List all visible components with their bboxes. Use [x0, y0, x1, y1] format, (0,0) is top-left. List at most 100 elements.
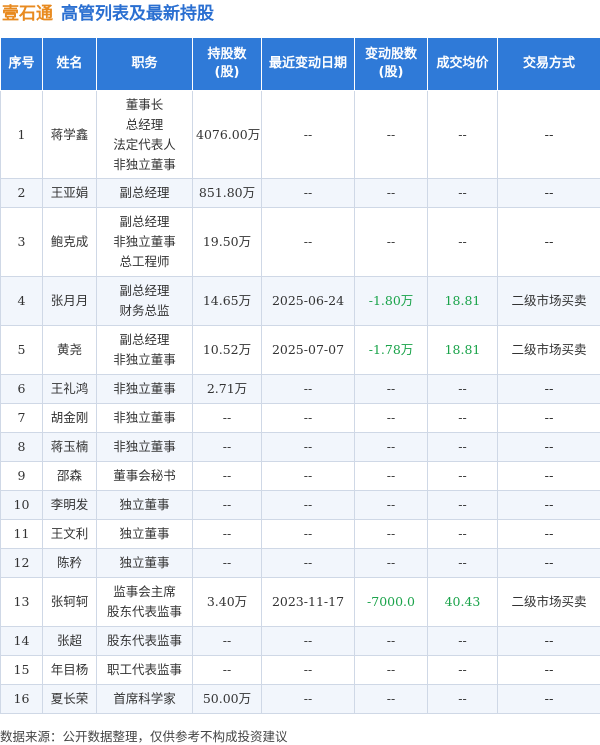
- average-price: --: [428, 433, 498, 462]
- average-price: --: [428, 208, 498, 277]
- shares-held: 14.65万: [193, 277, 262, 326]
- position-list: 副总经理财务总监: [97, 277, 193, 326]
- executive-name: 夏长荣: [43, 685, 97, 714]
- position-list: 独立董事: [97, 520, 193, 549]
- position-title: 职工代表监事: [100, 660, 189, 680]
- trade-method: --: [498, 462, 600, 491]
- change-date: 2023-11-17: [262, 578, 355, 627]
- change-date: --: [262, 491, 355, 520]
- holdings-table: 序号姓名职务持股数(股)最近变动日期变动股数(股)成交均价交易方式 1蒋学鑫董事…: [0, 37, 600, 714]
- average-price: --: [428, 375, 498, 404]
- row-index: 9: [1, 462, 43, 491]
- executive-name: 陈矜: [43, 549, 97, 578]
- position-title: 股东代表监事: [100, 602, 189, 622]
- shares-changed: --: [355, 685, 428, 714]
- row-index: 8: [1, 433, 43, 462]
- table-heading: 高管列表及最新持股: [61, 4, 214, 24]
- column-header: 变动股数(股): [355, 38, 428, 91]
- change-date: --: [262, 433, 355, 462]
- change-date: --: [262, 656, 355, 685]
- trade-method: --: [498, 179, 600, 208]
- data-source-note: 数据来源：公开数据整理，仅供参考不构成投资建议: [0, 726, 288, 745]
- table-row: 2王亚娟副总经理851.80万--------: [1, 179, 600, 208]
- average-price: --: [428, 656, 498, 685]
- table-row: 3鲍克成副总经理非独立董事总工程师19.50万--------: [1, 208, 600, 277]
- position-title: 总工程师: [100, 252, 189, 272]
- row-index: 14: [1, 627, 43, 656]
- table-row: 6王礼鸿非独立董事2.71万--------: [1, 375, 600, 404]
- shares-held: 50.00万: [193, 685, 262, 714]
- position-title: 非独立董事: [100, 437, 189, 457]
- shares-held: --: [193, 433, 262, 462]
- change-date: 2025-06-24: [262, 277, 355, 326]
- position-list: 首席科学家: [97, 685, 193, 714]
- position-title: 非独立董事: [100, 408, 189, 428]
- shares-changed: --: [355, 179, 428, 208]
- shares-held: --: [193, 491, 262, 520]
- position-title: 董事长: [100, 95, 189, 115]
- row-index: 2: [1, 179, 43, 208]
- position-title: 副总经理: [100, 212, 189, 232]
- column-header: 成交均价: [428, 38, 498, 91]
- table-row: 14张超股东代表监事----------: [1, 627, 600, 656]
- position-title: 副总经理: [100, 330, 189, 350]
- shares-held: 851.80万: [193, 179, 262, 208]
- average-price: --: [428, 179, 498, 208]
- position-title: 监事会主席: [100, 582, 189, 602]
- trade-method: --: [498, 656, 600, 685]
- average-price: 18.81: [428, 326, 498, 375]
- shares-changed: -1.80万: [355, 277, 428, 326]
- average-price: 40.43: [428, 578, 498, 627]
- trade-method: --: [498, 91, 600, 179]
- executive-name: 王礼鸿: [43, 375, 97, 404]
- change-date: --: [262, 462, 355, 491]
- shares-changed: --: [355, 627, 428, 656]
- position-title: 非独立董事: [100, 379, 189, 399]
- position-list: 非独立董事: [97, 375, 193, 404]
- position-title: 股东代表监事: [100, 631, 189, 651]
- trade-method: 二级市场买卖: [498, 277, 600, 326]
- executive-name: 王文利: [43, 520, 97, 549]
- change-date: 2025-07-07: [262, 326, 355, 375]
- position-list: 非独立董事: [97, 404, 193, 433]
- trade-method: --: [498, 627, 600, 656]
- row-index: 1: [1, 91, 43, 179]
- executive-name: 鲍克成: [43, 208, 97, 277]
- trade-method: --: [498, 208, 600, 277]
- position-list: 副总经理非独立董事: [97, 326, 193, 375]
- executive-name: 邵森: [43, 462, 97, 491]
- average-price: --: [428, 627, 498, 656]
- position-title: 非独立董事: [100, 232, 189, 252]
- row-index: 15: [1, 656, 43, 685]
- shares-held: 19.50万: [193, 208, 262, 277]
- position-list: 董事长总经理法定代表人非独立董事: [97, 91, 193, 179]
- row-index: 12: [1, 549, 43, 578]
- table-row: 4张月月副总经理财务总监14.65万2025-06-24-1.80万18.81二…: [1, 277, 600, 326]
- executive-name: 胡金刚: [43, 404, 97, 433]
- position-title: 总经理: [100, 115, 189, 135]
- trade-method: 二级市场买卖: [498, 326, 600, 375]
- table-row: 16夏长荣首席科学家50.00万--------: [1, 685, 600, 714]
- change-date: --: [262, 549, 355, 578]
- shares-changed: --: [355, 656, 428, 685]
- position-list: 董事会秘书: [97, 462, 193, 491]
- row-index: 11: [1, 520, 43, 549]
- average-price: --: [428, 520, 498, 549]
- executive-name: 蒋玉楠: [43, 433, 97, 462]
- shares-held: 2.71万: [193, 375, 262, 404]
- executive-name: 黄尧: [43, 326, 97, 375]
- average-price: --: [428, 491, 498, 520]
- trade-method: --: [498, 685, 600, 714]
- position-title: 董事会秘书: [100, 466, 189, 486]
- shares-changed: --: [355, 462, 428, 491]
- position-title: 非独立董事: [100, 350, 189, 370]
- position-list: 非独立董事: [97, 433, 193, 462]
- executive-name: 张月月: [43, 277, 97, 326]
- executive-name: 王亚娟: [43, 179, 97, 208]
- position-title: 副总经理: [100, 281, 189, 301]
- shares-changed: --: [355, 404, 428, 433]
- average-price: --: [428, 462, 498, 491]
- row-index: 10: [1, 491, 43, 520]
- trade-method: --: [498, 549, 600, 578]
- table-row: 10李明发独立董事----------: [1, 491, 600, 520]
